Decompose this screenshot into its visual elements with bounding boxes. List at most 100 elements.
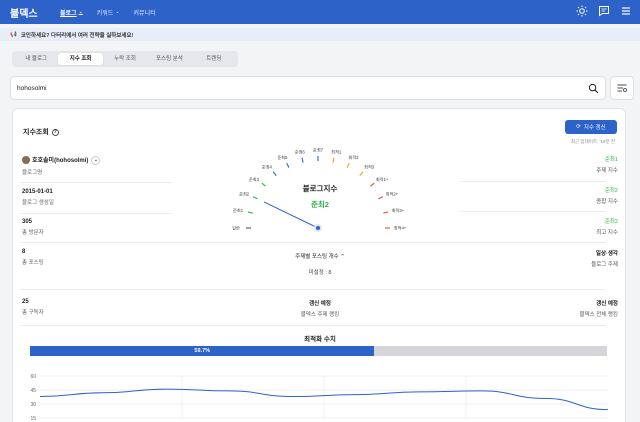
y-tick-label: 60 bbox=[30, 374, 36, 380]
chevron-down-icon: ⌄ bbox=[78, 9, 83, 15]
gauge-tick bbox=[359, 171, 364, 176]
chevron-down-icon[interactable]: ⌄ bbox=[91, 155, 101, 165]
gauge-tick bbox=[247, 211, 253, 214]
refresh-icon: ⟳ bbox=[576, 124, 581, 130]
sun-icon[interactable] bbox=[576, 5, 588, 17]
nav-item-keyword[interactable]: 키워드 ⌄ bbox=[97, 8, 120, 17]
topic-rank-value: 갱신 예정 bbox=[309, 301, 331, 307]
subscribers-label: 총 구독자 bbox=[22, 310, 44, 316]
refresh-index-button[interactable]: ⟳ 지수 갱신 bbox=[565, 120, 617, 134]
search-icon[interactable] bbox=[588, 83, 599, 94]
gauge-tick-label: 최적1+ bbox=[376, 176, 389, 183]
blog-name-label: 블로그명 bbox=[22, 169, 43, 176]
visitors-label: 총 방문자 bbox=[22, 230, 44, 236]
gauge-tick-label: 준최1 bbox=[233, 207, 244, 214]
gauge-tick-label: 준최3 bbox=[249, 176, 260, 183]
chevron-up-icon: ⌃ bbox=[340, 254, 345, 260]
chevron-down-icon: ⌄ bbox=[115, 9, 120, 15]
divider bbox=[20, 242, 606, 243]
tab-index-lookup[interactable]: 지수 조회 bbox=[58, 53, 103, 65]
tab-post-analysis[interactable]: 포스팅 분석 bbox=[147, 53, 191, 65]
total-index-row: 준최2 종합 지수 bbox=[596, 186, 618, 205]
tab-missing-lookup[interactable]: 누락 조회 bbox=[103, 53, 147, 65]
topic-index-value: 준최1 bbox=[604, 157, 618, 163]
gauge-tick-label: 최적4+ bbox=[394, 225, 407, 232]
optimization-title: 최적화 수치 bbox=[304, 336, 336, 343]
nav-item-community[interactable]: 커뮤니티 bbox=[134, 8, 156, 17]
divider bbox=[460, 211, 606, 212]
gauge-tick-label: 준최4 bbox=[262, 164, 273, 171]
topic-index-row: 준최1 주제 지수 bbox=[596, 155, 618, 174]
blog-topic-row: 일상·생각 블로그 주제 bbox=[591, 249, 618, 268]
y-tick-label: 45 bbox=[30, 388, 36, 394]
total-index-label: 종합 지수 bbox=[596, 199, 618, 205]
max-index-label: 최고 지수 bbox=[596, 230, 618, 236]
progress-label: 59.7% bbox=[194, 348, 211, 354]
top-bar: 블덱스 블로그 ⌄ 키워드 ⌄ 커뮤니티 bbox=[0, 0, 640, 24]
app-logo[interactable]: 블덱스 bbox=[10, 5, 60, 20]
created-label: 블로그 생성일 bbox=[22, 200, 54, 206]
divider bbox=[460, 181, 606, 182]
topic-index-label: 주제 지수 bbox=[596, 168, 618, 174]
visitors-row: 305 총 방문자 bbox=[22, 219, 44, 236]
gauge-tick-label: 준최5 bbox=[277, 154, 288, 161]
all-rank-value: 갱신 예정 bbox=[596, 301, 618, 307]
divider bbox=[20, 213, 172, 214]
gauge-tick bbox=[286, 162, 290, 168]
gauge-tick bbox=[301, 157, 304, 163]
last-update-text: 최근 업데이트: '18분 전 bbox=[571, 139, 615, 144]
optimization-progress: 59.7% bbox=[30, 346, 607, 356]
gauge-tick bbox=[383, 211, 389, 214]
total-index-value: 준최2 bbox=[604, 188, 618, 194]
menu-icon[interactable] bbox=[620, 5, 632, 17]
blog-topic-label: 블로그 주제 bbox=[591, 262, 618, 268]
top-icons bbox=[576, 5, 632, 17]
gauge-tick-label: 최적2+ bbox=[386, 191, 399, 198]
subscribers-row: 25 총 구독자 bbox=[22, 299, 44, 316]
posts-row: 8 총 포스팅 bbox=[22, 249, 44, 266]
gauge-tick-label: 준최6 bbox=[295, 148, 306, 155]
divider bbox=[20, 289, 606, 290]
gauge-tick bbox=[272, 171, 277, 176]
gauge-tick-label: 준최2 bbox=[239, 191, 250, 198]
megaphone-icon: 📢 bbox=[10, 31, 17, 38]
card-title: 지수조회? bbox=[23, 128, 59, 136]
help-icon[interactable]: ? bbox=[51, 128, 59, 136]
filter-button[interactable] bbox=[610, 76, 634, 100]
divider bbox=[20, 325, 606, 326]
topic-posts-toggle[interactable]: 주제별 포스팅 개수 ⌃ bbox=[260, 252, 380, 260]
gauge-tick-label: 최적1 bbox=[331, 148, 342, 155]
notice-banner[interactable]: 📢 코인하세요? 다터리에서 여러 전략을 실하보세요! bbox=[0, 28, 640, 41]
search-input[interactable] bbox=[17, 84, 605, 92]
gauge-hub-center bbox=[316, 226, 320, 230]
gauge-tick bbox=[252, 196, 258, 200]
created-row: 2015-01-01 블로그 생성일 bbox=[22, 189, 54, 206]
blog-name: 호호솔미(hohosolmi) bbox=[32, 158, 89, 164]
tab-trending[interactable]: 트렌딩 bbox=[192, 53, 236, 65]
message-icon[interactable] bbox=[598, 5, 610, 17]
y-tick-label: 30 bbox=[30, 402, 36, 408]
gauge-tick-label: 최적3+ bbox=[392, 207, 405, 214]
gauge-tick-label: 최적3 bbox=[364, 164, 375, 171]
gauge-tick-label: 최적2 bbox=[349, 154, 360, 161]
filter-list-icon bbox=[617, 84, 627, 92]
max-index-value: 준최2 bbox=[604, 219, 618, 225]
nav-item-blog[interactable]: 블로그 ⌄ bbox=[60, 8, 83, 17]
gauge-value: 준최2 bbox=[311, 200, 329, 209]
main-nav: 블로그 ⌄ 키워드 ⌄ 커뮤니티 bbox=[60, 8, 156, 17]
gauge-tick bbox=[332, 157, 335, 163]
search-bar bbox=[10, 76, 606, 100]
tab-my-blog[interactable]: 내 블로그 bbox=[14, 53, 58, 65]
subscribers-value: 25 bbox=[22, 299, 29, 305]
avatar bbox=[22, 156, 30, 165]
gauge-tick-label: 일반 bbox=[232, 225, 240, 231]
gauge-tick-label: 준최7 bbox=[313, 147, 324, 154]
posts-value: 8 bbox=[22, 249, 26, 255]
blog-topic-value: 일상·생각 bbox=[595, 251, 618, 257]
notice-text: 코인하세요? 다터리에서 여러 전략을 실하보세요! bbox=[20, 32, 134, 39]
all-rank-row: 갱신 예정 블덱스 전체 랭킹 bbox=[580, 299, 618, 318]
all-rank-label: 블덱스 전체 랭킹 bbox=[579, 312, 618, 318]
posts-label: 총 포스팅 bbox=[22, 260, 44, 266]
trend-line-chart: 60 45 30 15 bbox=[30, 374, 609, 422]
visitors-value: 305 bbox=[22, 219, 33, 225]
